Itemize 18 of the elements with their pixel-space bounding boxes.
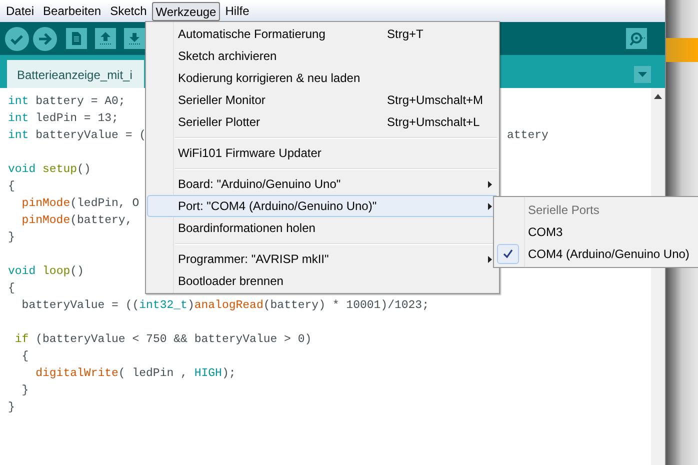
code-line: batteryValue = ((int32_t)analogRead(battery) * 10001)/1023; (20, 299, 429, 312)
code-line: pinMode(ledPin, O (20, 197, 140, 210)
code-line: int battery = A0; (8, 95, 126, 108)
code-line: int ledPin = 13; (8, 112, 118, 125)
code-line: { (8, 282, 15, 295)
code-line: digitalWrite( ledPin , HIGH); (34, 367, 236, 380)
code-line: void setup() (8, 163, 91, 176)
code-line: { (8, 180, 15, 193)
code-line: } (8, 231, 15, 244)
code-text: attery (507, 128, 548, 144)
code-line: if (batteryValue < 750 && batteryValue > 0) (14, 333, 312, 346)
code-line: } (20, 384, 29, 397)
code-line: int batteryValue = ( (8, 129, 146, 142)
code-line: } (8, 401, 15, 414)
code-line: void loop() (8, 265, 84, 278)
submenu-header: Serielle Ports (528, 202, 600, 219)
code-line: { (20, 350, 29, 363)
code-line: pinMode(battery, (20, 214, 132, 227)
